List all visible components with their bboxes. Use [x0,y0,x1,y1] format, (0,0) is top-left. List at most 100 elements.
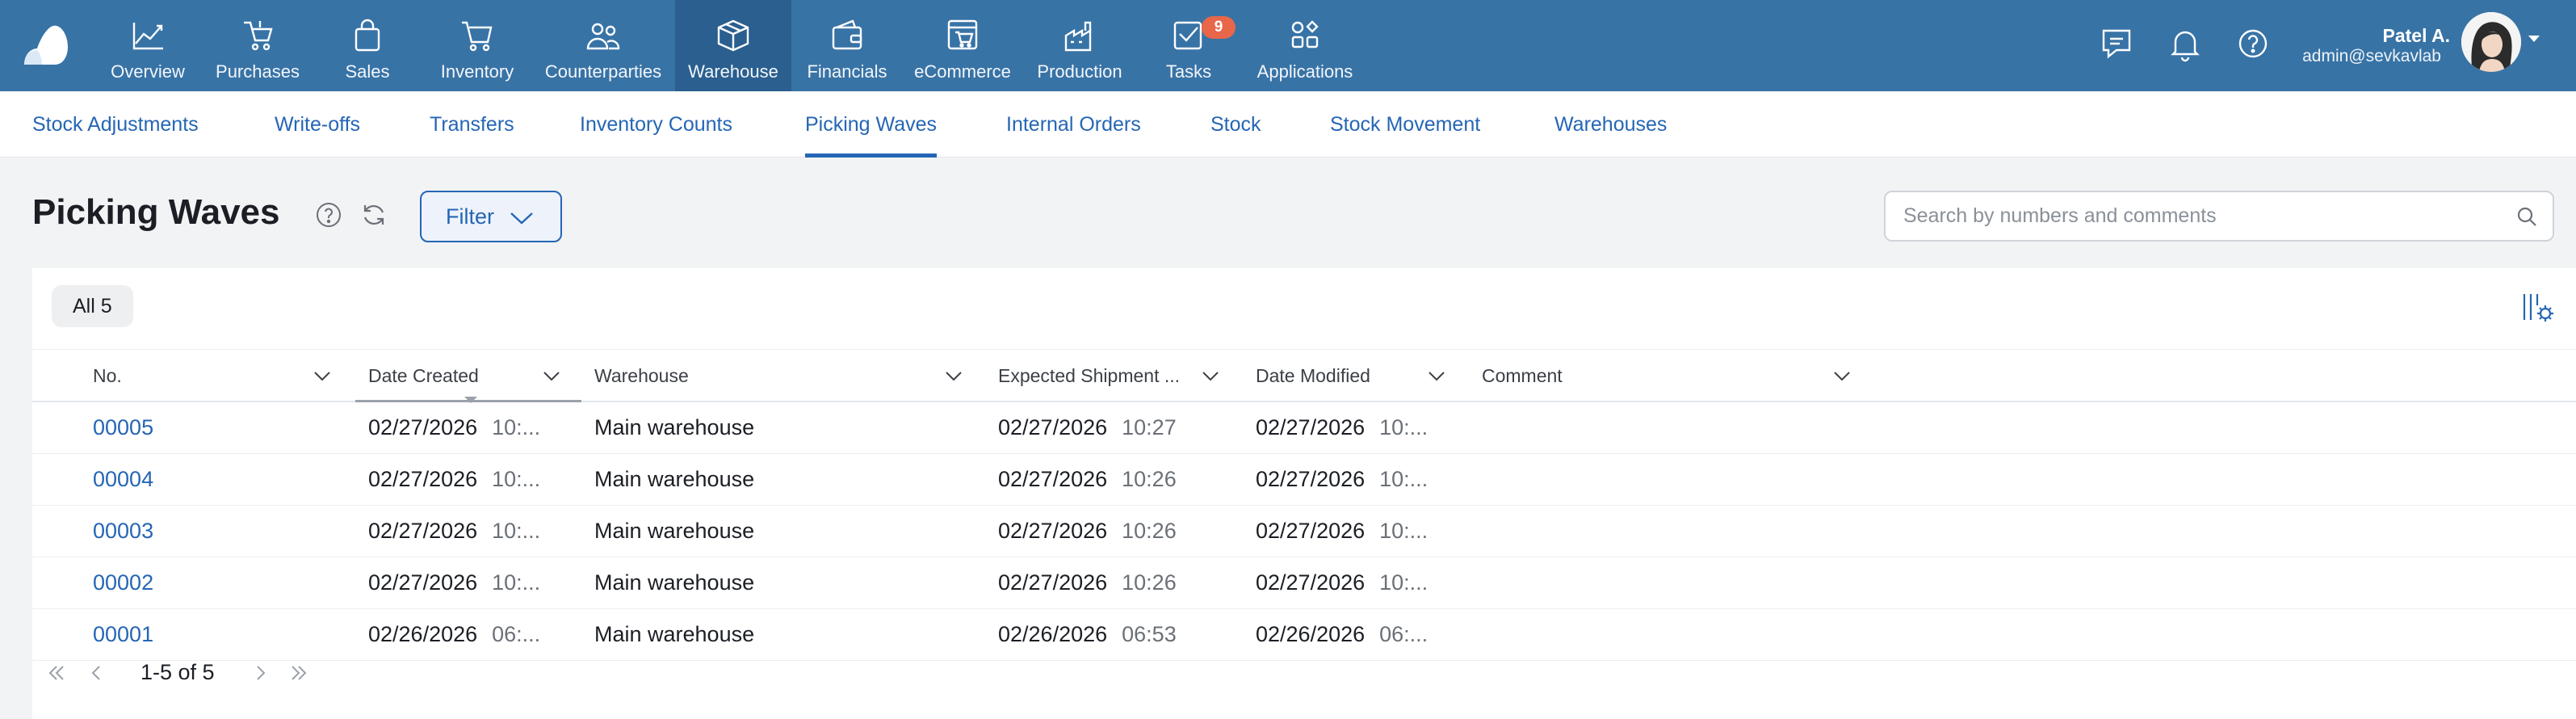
row-number-link[interactable]: 00005 [93,402,153,453]
expected-shipment-time: 10:26 [1122,467,1177,491]
nav-sales[interactable]: Sales [317,0,418,91]
factory-icon [1064,21,1092,52]
app-logo-icon[interactable] [23,24,69,66]
table-header: No. Date Created Warehouse Expected Ship… [32,349,2576,403]
nav-ecommerce[interactable]: eCommerce [906,0,1019,91]
table-row[interactable]: 00004 02/27/2026 10:... Main warehouse 02… [32,454,2576,506]
expected-shipment-cell: 02/27/2026 10:26 [998,454,1177,505]
expected-shipment-cell: 02/27/2026 10:27 [998,402,1177,453]
date-modified-time: 10:... [1379,519,1429,543]
search-icon[interactable] [2515,205,2538,228]
nav-purchases[interactable]: Purchases [207,0,308,91]
avatar[interactable] [2461,12,2521,72]
table-row[interactable]: 00005 02/27/2026 10:... Main warehouse 02… [32,402,2576,454]
column-header-comment[interactable]: Comment [1482,350,1563,402]
warehouse-cell: Main warehouse [594,519,755,543]
date-created-cell: 02/27/2026 10:... [368,454,540,505]
tab-stock-adjustments[interactable]: Stock Adjustments [32,91,199,158]
filter-button-label: Filter [446,204,494,229]
store-icon [947,19,978,50]
expected-shipment-time: 10:26 [1122,570,1177,595]
date-created-date: 02/27/2026 [368,467,478,491]
wallet-icon [832,19,862,50]
help-icon[interactable] [315,201,342,229]
date-modified-cell: 02/27/2026 10:... [1256,454,1428,505]
chat-icon[interactable] [2097,24,2136,63]
tab-internal-orders[interactable]: Internal Orders [1006,91,1141,158]
tab-stock-movement[interactable]: Stock Movement [1330,91,1480,158]
chart-line-icon [132,23,163,50]
column-settings-icon[interactable] [2519,289,2555,325]
tab-picking-waves[interactable]: Picking Waves [805,91,938,158]
date-modified-time: 10:... [1379,570,1429,595]
column-header-date-created[interactable]: Date Created [368,350,479,402]
date-modified-date: 02/27/2026 [1256,415,1366,439]
date-created-date: 02/27/2026 [368,415,478,439]
previous-page-icon[interactable] [87,664,107,682]
column-expected-shipment-chevron-down-icon[interactable] [1202,371,1219,382]
bell-icon[interactable] [2166,24,2205,63]
tab-inventory-counts[interactable]: Inventory Counts [580,91,732,158]
tab-write-offs[interactable]: Write-offs [275,91,360,158]
people-icon [586,23,620,50]
column-header-no[interactable]: No. [93,350,122,402]
refresh-icon[interactable] [360,201,388,229]
nav-financials[interactable]: Financials [796,0,898,91]
user-email: admin@sevkavlab [2302,47,2441,65]
date-modified-cell: 02/27/2026 10:... [1256,557,1428,608]
row-number-link[interactable]: 00002 [93,557,153,608]
expected-shipment-date: 02/26/2026 [998,622,1108,646]
expected-shipment-date: 02/27/2026 [998,570,1108,595]
expected-shipment-time: 06:53 [1122,622,1177,646]
column-comment-chevron-down-icon[interactable] [1833,371,1851,382]
table-row[interactable]: 00003 02/27/2026 10:... Main warehouse 02… [32,506,2576,557]
warehouse-subnav: Stock Adjustments Write-offs Transfers I… [0,91,2576,158]
row-number-link[interactable]: 00004 [93,454,153,505]
date-modified-time: 06:... [1379,622,1429,646]
column-date-created-chevron-down-icon[interactable] [543,371,560,382]
date-modified-date: 02/27/2026 [1256,519,1366,543]
search-box [1884,191,2554,242]
nav-tasks[interactable]: Tasks [1140,0,1237,91]
nav-overview[interactable]: Overview [97,0,199,91]
row-number-link[interactable]: 00003 [93,506,153,557]
date-modified-date: 02/27/2026 [1256,570,1366,595]
filter-button[interactable]: Filter [420,191,562,242]
last-page-icon[interactable] [289,664,308,682]
filter-chip-all[interactable]: All 5 [52,285,133,327]
nav-counterparties[interactable]: Counterparties [536,0,670,91]
date-created-time: 10:... [492,467,541,491]
box-icon [717,19,749,52]
nav-applications[interactable]: Applications [1245,0,1365,91]
date-modified-cell: 02/27/2026 10:... [1256,506,1428,557]
shopping-bag-icon [355,19,380,52]
nav-production[interactable]: Production [1027,0,1132,91]
tab-stock[interactable]: Stock [1210,91,1261,158]
table-row[interactable]: 00002 02/27/2026 10:... Main warehouse 02… [32,557,2576,609]
date-created-time: 10:... [492,519,541,543]
user-name[interactable]: Patel A. [2382,25,2450,47]
tab-transfers[interactable]: Transfers [430,91,514,158]
column-date-modified-chevron-down-icon[interactable] [1428,371,1445,382]
date-created-cell: 02/27/2026 10:... [368,557,540,608]
date-created-time: 06:... [492,622,541,646]
user-menu-caret-icon[interactable] [2528,36,2540,42]
help-circle-icon[interactable] [2234,24,2272,63]
search-input[interactable] [1886,192,2499,240]
date-modified-cell: 02/26/2026 06:... [1256,609,1428,660]
nav-inventory[interactable]: Inventory [426,0,528,91]
first-page-icon[interactable] [47,664,66,682]
next-page-icon[interactable] [250,664,270,682]
column-header-expected-shipment[interactable]: Expected Shipment ... [998,350,1180,402]
column-warehouse-chevron-down-icon[interactable] [945,371,963,382]
expected-shipment-time: 10:26 [1122,519,1177,543]
apps-icon [1291,20,1319,48]
expected-shipment-time: 10:27 [1122,415,1177,439]
tab-warehouses[interactable]: Warehouses [1554,91,1667,158]
column-header-warehouse[interactable]: Warehouse [594,350,689,402]
nav-warehouse[interactable]: Warehouse [675,0,791,91]
date-created-time: 10:... [492,415,541,439]
column-no-chevron-down-icon[interactable] [313,371,331,382]
column-header-date-modified[interactable]: Date Modified [1256,350,1370,402]
date-modified-time: 10:... [1379,415,1429,439]
